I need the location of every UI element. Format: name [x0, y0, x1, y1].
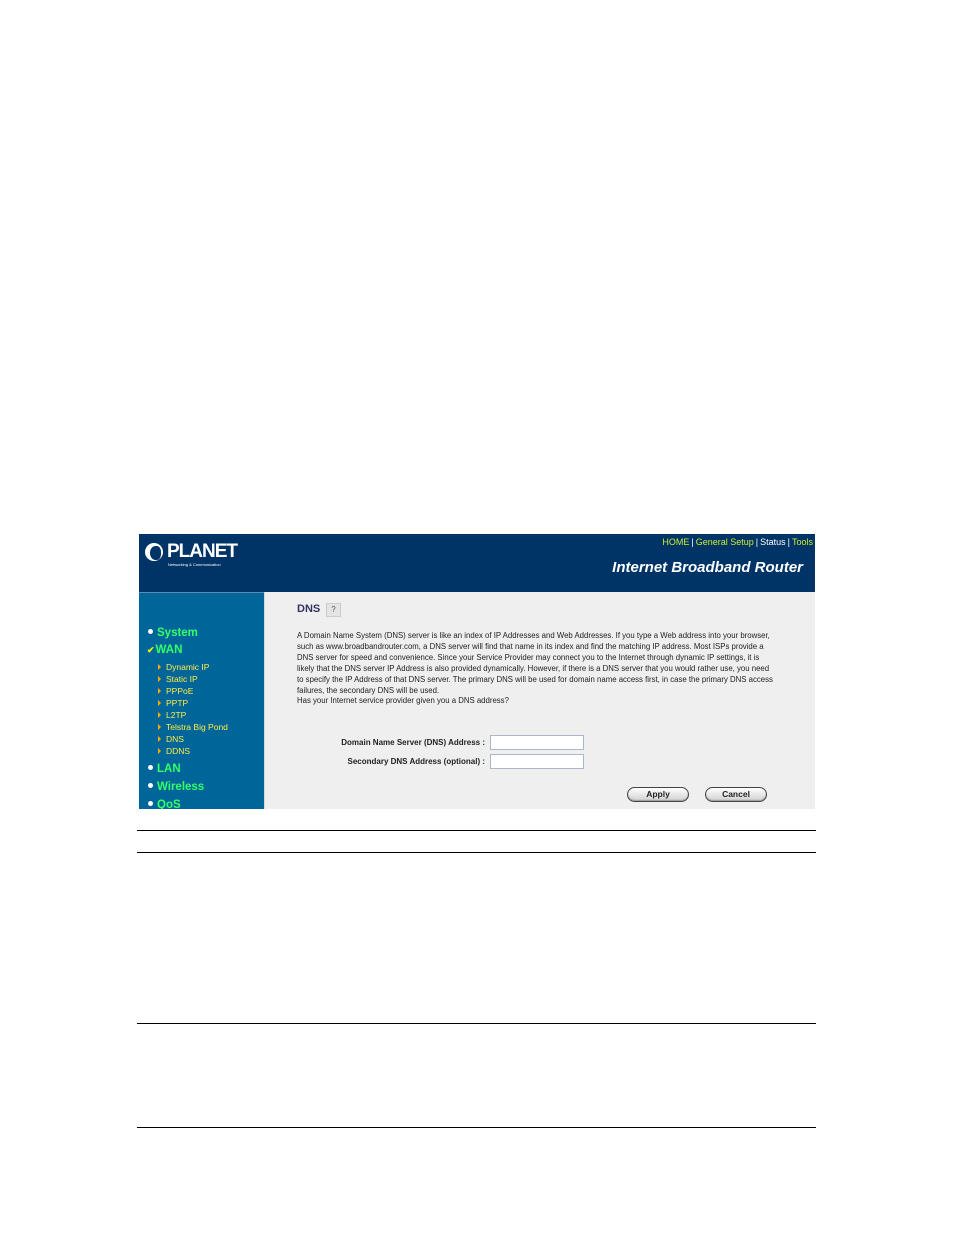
planet-logo-icon [145, 543, 163, 561]
triangle-right-icon [158, 735, 161, 742]
bullet-icon [148, 783, 153, 789]
sidebar-subitem-telstra-big-pond[interactable]: Telstra Big Pond [158, 722, 228, 732]
sidebar-subitem-ddns[interactable]: DDNS [158, 746, 190, 756]
triangle-right-icon [158, 663, 161, 670]
triangle-right-icon [158, 699, 161, 706]
header-bar: PLANET Networking & Communication HOME | G… [139, 534, 815, 592]
bullet-icon [148, 629, 153, 635]
primary-dns-input[interactable] [490, 735, 584, 750]
top-link-status[interactable]: Status [760, 537, 786, 547]
triangle-right-icon [158, 747, 161, 754]
router-screenshot: PLANET Networking & Communication HOME | G… [139, 534, 815, 809]
sidebar-item-system[interactable]: System [148, 627, 198, 639]
planet-logo[interactable]: PLANET Networking & Communication [145, 541, 245, 570]
help-icon[interactable]: ? [326, 603, 341, 617]
page-title: DNS [297, 603, 321, 615]
logo-text: PLANET [167, 541, 238, 562]
divider-line [137, 830, 816, 831]
triangle-right-icon [158, 675, 161, 682]
top-link-general-setup[interactable]: General Setup [696, 537, 754, 547]
top-link-home[interactable]: HOME [662, 537, 689, 547]
product-title: Internet Broadband Router [612, 559, 803, 576]
divider-line [137, 852, 816, 853]
triangle-right-icon [158, 687, 161, 694]
top-link-tools[interactable]: Tools [792, 537, 813, 547]
checkmark-icon: ✔ [147, 645, 155, 655]
secondary-dns-label: Secondary DNS Address (optional) : [347, 757, 486, 766]
secondary-dns-input[interactable] [490, 754, 584, 769]
triangle-right-icon [158, 723, 161, 730]
top-nav: HOME | General Setup | Status | Tools [662, 537, 813, 547]
logo-subtitle: Networking & Communication [168, 562, 221, 567]
triangle-right-icon [158, 711, 161, 718]
content-panel: DNS ? A Domain Name System (DNS) server … [264, 592, 815, 809]
sidebar-subitem-dns[interactable]: DNS [158, 734, 184, 744]
divider-line [137, 1127, 816, 1128]
sidebar-item-lan[interactable]: LAN [148, 763, 181, 775]
sidebar: System ✔WAN Dynamic IP Static IP PPPoE P… [139, 592, 264, 809]
divider-line [137, 1023, 816, 1024]
cancel-button[interactable]: Cancel [705, 787, 767, 802]
question-text: Has your Internet service provider given… [297, 696, 509, 706]
sidebar-subitem-pptp[interactable]: PPTP [158, 698, 188, 708]
primary-dns-label: Domain Name Server (DNS) Address : [341, 738, 485, 747]
bullet-icon [148, 801, 153, 807]
bullet-icon [148, 765, 153, 771]
sidebar-subitem-pppoe[interactable]: PPPoE [158, 686, 193, 696]
sidebar-item-wireless[interactable]: Wireless [148, 781, 204, 793]
sidebar-subitem-static-ip[interactable]: Static IP [158, 674, 198, 684]
description-text: A Domain Name System (DNS) server is lik… [297, 631, 773, 706]
sidebar-subitem-l2tp[interactable]: L2TP [158, 710, 186, 720]
sidebar-item-qos[interactable]: QoS [148, 799, 181, 809]
apply-button[interactable]: Apply [627, 787, 689, 802]
sidebar-item-wan[interactable]: ✔WAN [147, 644, 182, 656]
sidebar-subitem-dynamic-ip[interactable]: Dynamic IP [158, 662, 209, 672]
